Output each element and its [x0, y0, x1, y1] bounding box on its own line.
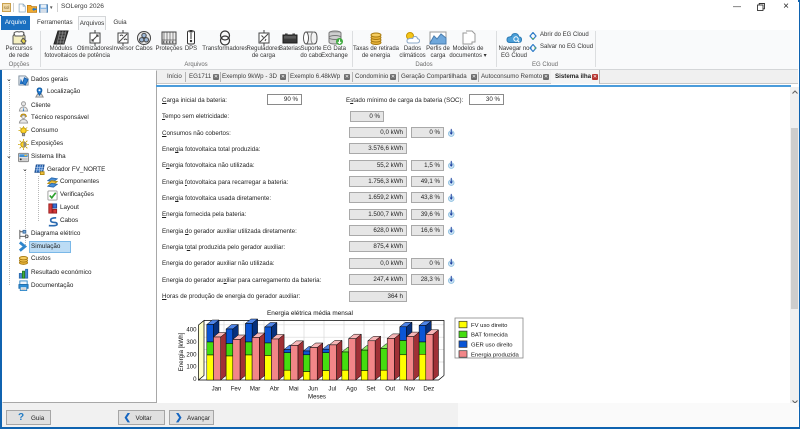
svg-text:FV uso direito: FV uso direito	[471, 323, 508, 329]
svg-text:Energia elétrica média mensal: Energia elétrica média mensal	[267, 310, 353, 317]
svg-text:GER uso direito: GER uso direito	[471, 343, 513, 349]
svg-text:Out: Out	[385, 386, 395, 393]
svg-text:Jun: Jun	[308, 386, 318, 393]
svg-text:400: 400	[186, 327, 197, 334]
svg-text:Meses: Meses	[308, 393, 326, 400]
svg-text:Mar: Mar	[250, 386, 261, 393]
svg-text:Set: Set	[366, 386, 375, 393]
svg-text:Jul: Jul	[328, 386, 336, 393]
svg-text:Mai: Mai	[289, 386, 299, 393]
svg-text:100: 100	[186, 364, 197, 371]
svg-text:300: 300	[186, 339, 197, 346]
svg-text:Ago: Ago	[346, 386, 357, 393]
svg-text:Fev: Fev	[231, 386, 242, 393]
svg-text:Energia produzida: Energia produzida	[471, 352, 520, 358]
svg-text:0: 0	[193, 376, 197, 383]
svg-text:Dez: Dez	[423, 386, 434, 393]
svg-text:Energia [kWh]: Energia [kWh]	[178, 332, 185, 371]
svg-text:200: 200	[186, 351, 197, 358]
svg-text:BAT fornecida: BAT fornecida	[471, 333, 509, 339]
svg-text:Nov: Nov	[404, 386, 416, 393]
svg-text:Abr: Abr	[270, 386, 279, 393]
svg-text:Jan: Jan	[212, 386, 222, 393]
